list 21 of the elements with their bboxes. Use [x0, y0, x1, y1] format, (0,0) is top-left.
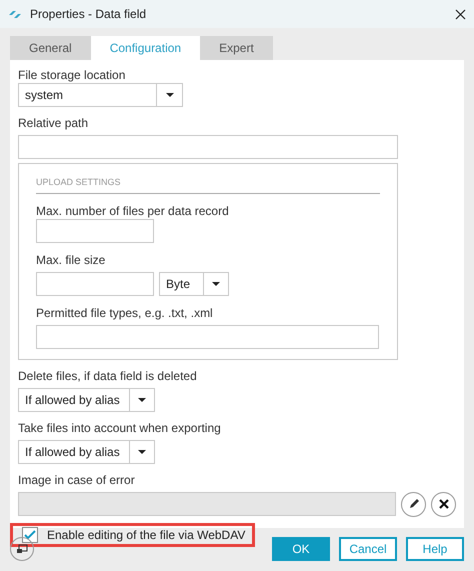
dropdown[interactable]: If allowed by alias [18, 388, 155, 412]
dropdown[interactable]: system [18, 83, 183, 107]
field-label: Relative path [18, 116, 88, 130]
field-label: File storage location [18, 68, 126, 82]
field-label: Max. file size [36, 252, 106, 266]
section-heading: UPLOAD SETTINGS [36, 176, 380, 194]
secondary-button[interactable]: Help [406, 537, 464, 561]
primary-button[interactable]: OK [272, 537, 330, 561]
tab[interactable]: General [10, 36, 91, 60]
window-title: Properties - Data field [30, 6, 148, 23]
dropdown[interactable]: Byte [159, 272, 229, 296]
secondary-button[interactable]: Cancel [339, 537, 397, 561]
field-label: Permitted file types, e.g. .txt, .xml [36, 306, 213, 320]
field-label: Max. number of files per data record [36, 204, 230, 218]
dropdown[interactable]: If allowed by alias [18, 440, 155, 464]
field-label: Delete files, if data field is deleted [18, 368, 197, 382]
tab[interactable]: Configuration [90, 36, 200, 60]
tab[interactable]: Expert [200, 36, 273, 60]
field-label: Take files into account when exporting [18, 420, 221, 434]
checkbox-label: Enable editing of the file via WebDAV [47, 526, 246, 544]
field-label: Image in case of error [18, 472, 135, 486]
